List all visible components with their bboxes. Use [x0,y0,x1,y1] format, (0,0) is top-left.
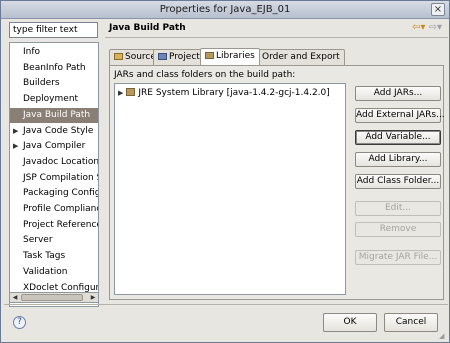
sidebar-item-java-code-style[interactable]: ▶ Java Code Style [10,124,98,139]
tab-order-and-export[interactable]: Order and Export [246,49,345,65]
expand-arrow-icon[interactable]: ▶ [13,139,19,154]
tree-row-jre-system-library[interactable]: ▶ JRE System Library [java-1.4.2-gcj-1.4.… [118,86,330,100]
content-pane: Java Build Path ⇦▾ ⇨▾ Source Projects Li… [105,22,448,303]
library-label: JRE System Library [java-1.4.2-gcj-1.4.2… [138,88,330,98]
forward-arrow-icon[interactable]: ⇨▾ [429,22,442,33]
history-buttons: ⇦▾ ⇨▾ [412,22,442,33]
add-class-folder-button[interactable]: Add Class Folder... [355,174,441,189]
sidebar-item-label: BeanInfo Path [23,62,86,73]
sidebar-item-label: Profile Compliance a [23,204,98,214]
title-bar[interactable]: Properties for Java_EJB_01 × [1,1,449,19]
library-jar-icon [126,88,136,96]
libraries-panel-label: JARs and class folders on the build path… [114,70,296,80]
back-arrow-icon[interactable]: ⇦▾ [412,22,425,33]
sidebar-horizontal-scrollbar[interactable]: ◀ ▶ [9,292,99,303]
sidebar-item-label: Javadoc Location [23,156,99,167]
add-jars-button[interactable]: Add JARs... [355,86,441,101]
libraries-panel: JARs and class folders on the build path… [109,65,445,300]
sidebar-item-label: Validation [23,266,68,277]
tab-label: Source [125,52,156,62]
help-icon[interactable]: ? [13,316,26,329]
header-divider [105,37,448,38]
sidebar-item-label: Info [23,47,41,57]
sidebar-item-label: Deployment [23,94,79,105]
scrollbar-thumb[interactable] [21,294,83,301]
sidebar-item-info[interactable]: Info [10,45,98,60]
sidebar-item-java-build-path[interactable]: Java Build Path [10,107,98,123]
add-library-button[interactable]: Add Library... [355,152,441,167]
filter-input[interactable] [9,22,98,38]
sidebar-item-beaninfo-path[interactable]: BeanInfo Path [10,61,98,76]
sidebar-item-label: Java Code Style [23,125,94,136]
tab-label: Order and Export [262,52,340,62]
sidebar-item-project-references[interactable]: Project References [10,218,99,233]
tab-libraries[interactable]: Libraries [200,48,260,65]
sidebar-item-label: Project References [23,219,99,230]
sidebar-item-java-compiler[interactable]: ▶ Java Compiler [10,139,98,154]
scroll-right-icon[interactable]: ▶ [88,293,98,302]
build-path-tree[interactable]: ▶ JRE System Library [java-1.4.2-gcj-1.4.… [114,83,346,295]
properties-dialog: Properties for Java_EJB_01 × Info BeanInf… [0,0,450,343]
sidebar-item-task-tags[interactable]: Task Tags [10,249,98,264]
window-title: Properties for Java_EJB_01 [159,4,291,15]
sidebar-item-label: Builders [23,78,60,89]
sidebar-item-profile-compliance-a[interactable]: Profile Compliance a [10,202,98,217]
sidebar: Info BeanInfo Path Builders Deployment Java … [4,22,99,307]
ok-button[interactable]: OK [323,313,377,332]
sidebar-item-deployment[interactable]: Deployment [10,92,98,107]
sidebar-item-builders[interactable]: Builders [10,76,98,91]
edit-button[interactable]: Edit... [355,201,441,216]
source-folder-icon [114,53,123,60]
sidebar-item-label: Java Compiler [23,141,86,152]
sidebar-item-packaging-configura[interactable]: Packaging Configura [10,186,98,201]
resize-grip-icon[interactable]: ◢ [439,332,447,340]
sidebar-item-label: JSP Compilation Sup [23,172,98,183]
cancel-button[interactable]: Cancel [384,313,438,332]
footer-divider [4,304,448,305]
sidebar-item-label: Task Tags [23,251,66,262]
add-variable-button[interactable]: Add Variable... [355,130,441,145]
sidebar-item-javadoc-location[interactable]: Javadoc Location [10,155,99,170]
tab-label: Libraries [216,51,255,61]
projects-icon [158,53,167,60]
add-external-jars-button[interactable]: Add External JARs... [355,108,445,123]
sidebar-item-validation[interactable]: Validation [10,265,98,280]
migrate-jar-file-button[interactable]: Migrate JAR File... [355,250,441,265]
expand-arrow-icon[interactable]: ▶ [118,89,123,97]
sidebar-item-server[interactable]: Server [10,233,98,248]
sidebar-item-label: Server [23,235,53,246]
property-page-tree: Info BeanInfo Path Builders Deployment Java … [9,42,99,307]
scroll-left-icon[interactable]: ◀ [10,293,20,302]
page-title: Java Build Path [109,23,186,33]
close-icon[interactable]: × [431,3,445,16]
sidebar-item-label: Packaging Configura [23,188,98,199]
libraries-icon [205,52,214,59]
sidebar-item-label: Java Build Path [23,109,91,120]
expand-arrow-icon[interactable]: ▶ [13,124,19,139]
remove-button[interactable]: Remove [355,222,441,237]
sidebar-item-jsp-compilation-sup[interactable]: JSP Compilation Sup [10,171,98,186]
